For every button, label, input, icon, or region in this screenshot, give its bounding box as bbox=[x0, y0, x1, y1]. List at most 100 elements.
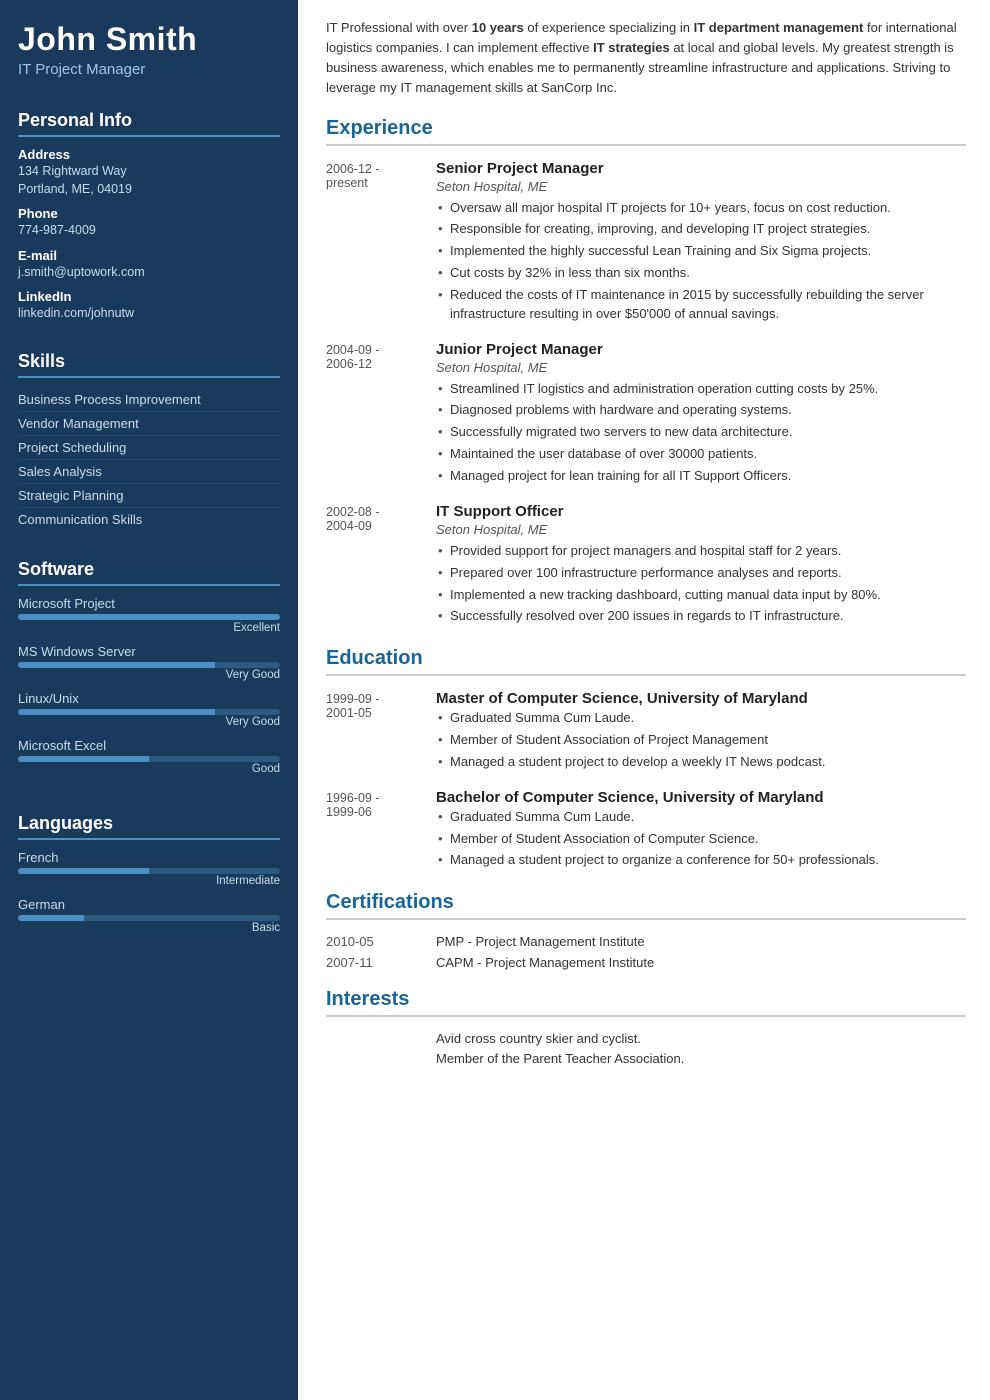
entry-date: 2004-09 -2006-12 bbox=[326, 341, 436, 489]
linkedin-value: linkedin.com/johnutw bbox=[18, 305, 280, 323]
bullet-item: Provided support for project managers an… bbox=[436, 542, 966, 561]
summary-text: IT Professional with over 10 years of ex… bbox=[326, 18, 966, 99]
experience-section: Experience 2006-12 -present Senior Proje… bbox=[326, 117, 966, 630]
certifications-section: Certifications 2010-05 PMP - Project Man… bbox=[326, 891, 966, 970]
certifications-heading: Certifications bbox=[326, 891, 966, 920]
bullet-item: Cut costs by 32% in less than six months… bbox=[436, 264, 966, 283]
entry-content: Master of Computer Science, University o… bbox=[436, 690, 966, 775]
bullet-item: Managed project for lean training for al… bbox=[436, 467, 966, 486]
skill-item: Communication Skills bbox=[18, 508, 280, 531]
bullet-item: Managed a student project to organize a … bbox=[436, 851, 966, 870]
education-entry: 1999-09 -2001-05 Master of Computer Scie… bbox=[326, 690, 966, 775]
cert-date: 2007-11 bbox=[326, 955, 436, 970]
job-title: Junior Project Manager bbox=[436, 341, 966, 358]
entry-date: 2006-12 -present bbox=[326, 160, 436, 327]
entry-date: 1996-09 -1999-06 bbox=[326, 789, 436, 874]
language-item: German Basic bbox=[18, 897, 280, 934]
certification-entry: 2010-05 PMP - Project Management Institu… bbox=[326, 934, 966, 949]
skills-section: Skills Business Process Improvement Vend… bbox=[0, 337, 298, 545]
language-bar-empty bbox=[149, 868, 280, 874]
language-bar-fill bbox=[18, 868, 149, 874]
interest-item: Avid cross country skier and cyclist. bbox=[326, 1031, 966, 1046]
skill-item: Sales Analysis bbox=[18, 460, 280, 484]
interests-section: Interests Avid cross country skier and c… bbox=[326, 988, 966, 1066]
skill-bar-fill bbox=[18, 662, 215, 668]
language-level: Intermediate bbox=[18, 875, 280, 887]
skill-level: Very Good bbox=[18, 716, 280, 728]
candidate-name: John Smith bbox=[18, 22, 280, 57]
languages-heading: Languages bbox=[18, 813, 280, 840]
sidebar-header: John Smith IT Project Manager bbox=[0, 0, 298, 96]
skill-bar-fill bbox=[18, 709, 215, 715]
software-item: Microsoft Excel Good bbox=[18, 738, 280, 775]
software-name: Microsoft Excel bbox=[18, 738, 280, 753]
company: Seton Hospital, ME bbox=[436, 179, 966, 194]
cert-name: PMP - Project Management Institute bbox=[436, 934, 645, 949]
language-level: Basic bbox=[18, 922, 280, 934]
bullet-item: Maintained the user database of over 300… bbox=[436, 445, 966, 464]
bullet-item: Responsible for creating, improving, and… bbox=[436, 220, 966, 239]
experience-heading: Experience bbox=[326, 117, 966, 146]
skill-level: Very Good bbox=[18, 669, 280, 681]
bullet-item: Implemented the highly successful Lean T… bbox=[436, 242, 966, 261]
personal-info-heading: Personal Info bbox=[18, 110, 280, 137]
languages-section: Languages French Intermediate German Bas… bbox=[0, 799, 298, 958]
address-label: Address bbox=[18, 147, 280, 162]
language-name: French bbox=[18, 850, 280, 865]
software-name: Linux/Unix bbox=[18, 691, 280, 706]
software-item: MS Windows Server Very Good bbox=[18, 644, 280, 681]
skill-bar-empty bbox=[215, 662, 281, 668]
language-bar bbox=[18, 868, 280, 874]
entry-content: IT Support Officer Seton Hospital, ME Pr… bbox=[436, 503, 966, 629]
skill-item: Vendor Management bbox=[18, 412, 280, 436]
education-section: Education 1999-09 -2001-05 Master of Com… bbox=[326, 647, 966, 873]
skill-bar-fill bbox=[18, 614, 280, 620]
skills-heading: Skills bbox=[18, 351, 280, 378]
bullet-item: Oversaw all major hospital IT projects f… bbox=[436, 199, 966, 218]
software-name: Microsoft Project bbox=[18, 596, 280, 611]
cert-date: 2010-05 bbox=[326, 934, 436, 949]
bullet-item: Successfully migrated two servers to new… bbox=[436, 423, 966, 442]
language-bar-empty bbox=[84, 915, 281, 921]
degree-title: Bachelor of Computer Science, University… bbox=[436, 789, 966, 806]
degree-title: Master of Computer Science, University o… bbox=[436, 690, 966, 707]
education-heading: Education bbox=[326, 647, 966, 676]
interests-heading: Interests bbox=[326, 988, 966, 1017]
language-bar bbox=[18, 915, 280, 921]
language-name: German bbox=[18, 897, 280, 912]
skill-level: Excellent bbox=[18, 622, 280, 634]
bullet-item: Implemented a new tracking dashboard, cu… bbox=[436, 586, 966, 605]
company: Seton Hospital, ME bbox=[436, 360, 966, 375]
education-entry: 1996-09 -1999-06 Bachelor of Computer Sc… bbox=[326, 789, 966, 874]
skill-item: Strategic Planning bbox=[18, 484, 280, 508]
bullet-list: Graduated Summa Cum Laude. Member of Stu… bbox=[436, 808, 966, 871]
software-item: Microsoft Project Excellent bbox=[18, 596, 280, 634]
job-title: IT Support Officer bbox=[436, 503, 966, 520]
bullet-list: Streamlined IT logistics and administrat… bbox=[436, 380, 966, 486]
cert-name: CAPM - Project Management Institute bbox=[436, 955, 654, 970]
sidebar: John Smith IT Project Manager Personal I… bbox=[0, 0, 298, 1400]
main-content: IT Professional with over 10 years of ex… bbox=[298, 0, 990, 1400]
linkedin-label: LinkedIn bbox=[18, 289, 280, 304]
experience-entry: 2002-08 -2004-09 IT Support Officer Seto… bbox=[326, 503, 966, 629]
certification-entry: 2007-11 CAPM - Project Management Instit… bbox=[326, 955, 966, 970]
entry-content: Junior Project Manager Seton Hospital, M… bbox=[436, 341, 966, 489]
skill-bar-empty bbox=[149, 756, 280, 762]
bullet-item: Managed a student project to develop a w… bbox=[436, 753, 966, 772]
phone-value: 774-987-4009 bbox=[18, 222, 280, 240]
interest-item: Member of the Parent Teacher Association… bbox=[326, 1051, 966, 1066]
skill-bar-fill bbox=[18, 756, 149, 762]
entry-date: 2002-08 -2004-09 bbox=[326, 503, 436, 629]
company: Seton Hospital, ME bbox=[436, 522, 966, 537]
software-name: MS Windows Server bbox=[18, 644, 280, 659]
bullet-item: Graduated Summa Cum Laude. bbox=[436, 808, 966, 827]
bullet-item: Reduced the costs of IT maintenance in 2… bbox=[436, 286, 966, 324]
skill-bar bbox=[18, 662, 280, 668]
entry-content: Bachelor of Computer Science, University… bbox=[436, 789, 966, 874]
experience-entry: 2006-12 -present Senior Project Manager … bbox=[326, 160, 966, 327]
bullet-item: Graduated Summa Cum Laude. bbox=[436, 709, 966, 728]
bullet-item: Streamlined IT logistics and administrat… bbox=[436, 380, 966, 399]
experience-entry: 2004-09 -2006-12 Junior Project Manager … bbox=[326, 341, 966, 489]
language-item: French Intermediate bbox=[18, 850, 280, 887]
skill-item: Business Process Improvement bbox=[18, 388, 280, 412]
